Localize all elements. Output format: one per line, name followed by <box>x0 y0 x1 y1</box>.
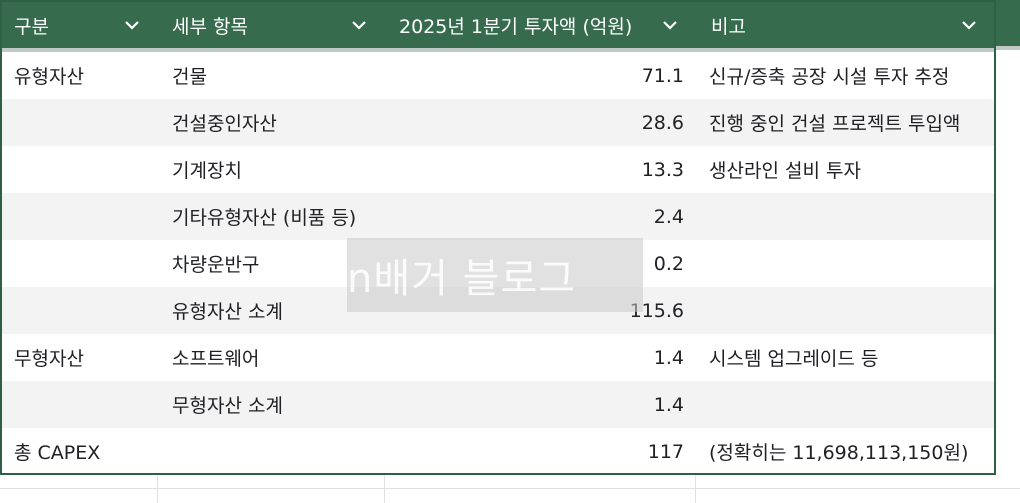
cell-category: 유형자산 <box>14 66 84 88</box>
cell-category: 총 CAPEX <box>14 442 101 464</box>
cell-item: 기계장치 <box>172 160 242 182</box>
table-row[interactable]: 총 CAPEX 117 (정확히는 11,698,113,150원) <box>2 428 994 475</box>
header-note-label: 비고 <box>711 15 746 38</box>
cell-item: 차량운반구 <box>172 254 260 276</box>
table-row[interactable]: 무형자산 소계 1.4 <box>2 381 994 428</box>
cell-note: 진행 중인 건설 프로젝트 투입액 <box>709 113 961 135</box>
table-row[interactable]: 무형자산 소프트웨어 1.4 시스템 업그레이드 등 <box>2 334 994 381</box>
table-row[interactable]: 건설중인자산 28.6 진행 중인 건설 프로젝트 투입액 <box>2 99 994 146</box>
header-amount[interactable]: 2025년 1분기 투자액 (억원) <box>399 2 699 48</box>
cell-item: 유형자산 소계 <box>172 301 283 323</box>
cell-amount: 1.4 <box>653 346 684 369</box>
cell-note: 시스템 업그레이드 등 <box>709 348 879 370</box>
cell-note: 신규/증축 공장 시설 투자 추정 <box>709 66 950 88</box>
cell-amount: 28.6 <box>641 111 684 134</box>
header-category-label: 구분 <box>14 15 49 38</box>
cell-amount: 1.4 <box>653 393 684 416</box>
cell-item: 건설중인자산 <box>172 113 277 135</box>
chevron-down-icon[interactable] <box>123 16 141 34</box>
cell-note: (정확히는 11,698,113,150원) <box>709 442 969 464</box>
sheet-gridline <box>0 488 1020 489</box>
table-row[interactable]: 기계장치 13.3 생산라인 설비 투자 <box>2 146 994 193</box>
cell-note: 생산라인 설비 투자 <box>709 160 861 182</box>
cell-item: 소프트웨어 <box>172 348 260 370</box>
watermark: n배거 블로그 <box>347 238 643 312</box>
table-row[interactable]: 유형자산 건물 71.1 신규/증축 공장 시설 투자 추정 <box>2 52 994 99</box>
cell-amount: 71.1 <box>641 64 684 87</box>
header-note[interactable]: 비고 <box>711 2 991 48</box>
chevron-down-icon[interactable] <box>661 16 679 34</box>
cell-amount: 13.3 <box>641 158 684 181</box>
table-row[interactable]: 기타유형자산 (비품 등) 2.4 <box>2 193 994 240</box>
cell-item: 무형자산 소계 <box>172 395 283 417</box>
header-item-label: 세부 항목 <box>172 15 248 38</box>
cell-amount: 2.4 <box>653 205 684 228</box>
header-amount-label: 2025년 1분기 투자액 (억원) <box>399 15 633 38</box>
sheet-header-extension-shadow <box>996 46 1020 50</box>
cell-item: 기타유형자산 (비품 등) <box>172 207 357 229</box>
cell-amount: 117 <box>647 440 684 463</box>
chevron-down-icon[interactable] <box>960 16 978 34</box>
table-header: 구분 세부 항목 2025년 1분기 투자액 (억원) 비고 <box>2 2 994 48</box>
cell-category: 무형자산 <box>14 348 84 370</box>
cell-item: 건물 <box>172 66 207 88</box>
chevron-down-icon[interactable] <box>350 16 368 34</box>
sheet-header-extension <box>996 0 1020 48</box>
